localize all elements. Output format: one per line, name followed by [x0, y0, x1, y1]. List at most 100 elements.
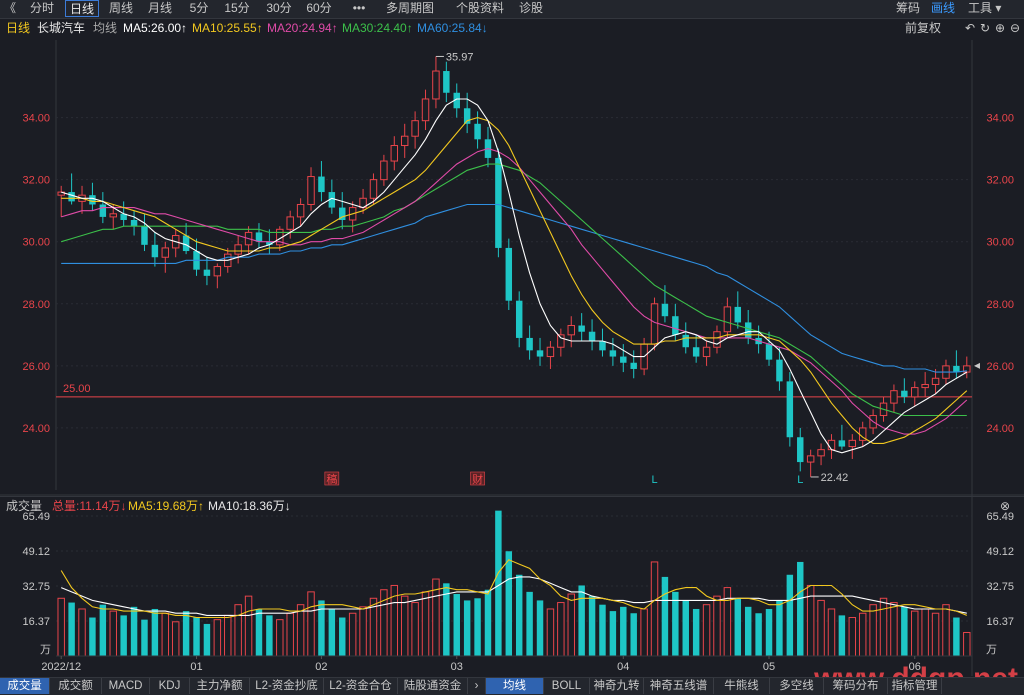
- date-tick-label: 03: [451, 661, 463, 673]
- volume-bar: [817, 599, 825, 657]
- indicator-tab[interactable]: L2-资金合仓: [324, 678, 398, 694]
- level-label: 25.00: [63, 383, 91, 395]
- ma20-line: [61, 148, 968, 435]
- price-tick-left: 30.00: [22, 237, 50, 249]
- volume-bar: [193, 617, 200, 656]
- price-tick-left: 32.00: [22, 175, 50, 187]
- volume-bar: [609, 611, 617, 656]
- volume-bar: [838, 615, 846, 656]
- candle-body: [443, 71, 450, 93]
- volume-bar: [692, 608, 700, 656]
- candle-body: [546, 346, 555, 358]
- volume-bar: [755, 613, 762, 656]
- volume-bar: [484, 589, 492, 656]
- candle-body: [400, 135, 409, 147]
- candle-body: [672, 316, 679, 335]
- indicator-tab[interactable]: 筹码分布: [824, 678, 888, 694]
- volume-bar: [921, 608, 929, 657]
- volume-bar: [276, 619, 284, 657]
- volume-bar: [620, 606, 627, 656]
- volume-bar: [244, 595, 253, 657]
- candle-body: [307, 176, 315, 205]
- candle-body: [286, 216, 294, 230]
- candle-body: [421, 98, 430, 122]
- price-tick-right: 32.00: [986, 175, 1014, 187]
- kline-chart[interactable]: 24.00 24.00 26.00 26.00 28.00 28.00 30.00 30.00…: [0, 0, 1024, 694]
- event-marker: 财: [472, 472, 483, 486]
- volume-bar: [515, 574, 523, 656]
- candle-body: [692, 347, 700, 357]
- candle-body: [620, 356, 627, 363]
- volume-tick-right: 65.49: [986, 511, 1014, 523]
- volume-bar: [411, 602, 419, 657]
- indicator-tab[interactable]: 牛熊线: [714, 678, 770, 694]
- volume-bar: [546, 608, 555, 657]
- volume-bar: [255, 608, 263, 656]
- volume-bar: [463, 600, 471, 656]
- indicator-tab[interactable]: 指标管理: [888, 678, 942, 694]
- volume-bar: [786, 574, 794, 656]
- indicator-tab[interactable]: MACD: [102, 678, 150, 694]
- indicator-tab[interactable]: 成交量: [0, 678, 50, 694]
- volume-unit-right: 万: [986, 644, 997, 656]
- volume-bar: [78, 608, 86, 657]
- candle-body: [161, 247, 170, 258]
- candle-body: [609, 350, 617, 357]
- volume-tick-right: 16.37: [986, 616, 1014, 628]
- candle-body: [432, 70, 440, 100]
- candle-body: [838, 440, 846, 447]
- volume-bar: [869, 604, 877, 657]
- candle-body: [567, 325, 575, 336]
- volume-bar: [68, 602, 75, 656]
- candle-body: [526, 337, 533, 351]
- indicator-tab[interactable]: ›: [468, 678, 486, 694]
- price-tick-right: 24.00: [986, 423, 1014, 435]
- volume-bar: [296, 604, 305, 657]
- candle-body: [630, 362, 637, 369]
- indicator-tab[interactable]: 神奇九转: [590, 678, 644, 694]
- candle-body: [255, 232, 263, 242]
- indicator-tab[interactable]: 均线: [486, 678, 544, 694]
- candle-body: [474, 123, 481, 140]
- indicator-tab[interactable]: KDJ: [150, 678, 190, 694]
- high-label: 35.97: [446, 51, 474, 63]
- indicator-tab[interactable]: 多空线: [770, 678, 824, 694]
- volume-bar: [827, 608, 836, 657]
- volume-bar: [702, 604, 711, 657]
- date-tick-label: 02: [315, 661, 327, 673]
- volume-bar: [348, 612, 357, 657]
- volume-bar: [182, 611, 190, 656]
- volume-bar: [141, 619, 148, 656]
- candle-body: [390, 145, 399, 162]
- candle-body: [599, 341, 606, 351]
- indicator-tab[interactable]: BOLL: [544, 678, 590, 694]
- candle-body: [682, 334, 689, 348]
- volume-bar: [953, 617, 960, 656]
- candle-body: [953, 365, 960, 373]
- indicator-tab[interactable]: 主力净额: [190, 678, 250, 694]
- price-tick-right: 28.00: [986, 299, 1014, 311]
- volume-bar: [682, 600, 689, 656]
- candle-body: [203, 269, 211, 276]
- candle-body: [776, 359, 783, 382]
- indicator-tab[interactable]: 成交额: [50, 678, 102, 694]
- volume-bar: [307, 591, 315, 657]
- ma60-line: [61, 203, 967, 373]
- volume-bar: [901, 606, 908, 656]
- volume-bar: [120, 615, 127, 656]
- ma5-line: [61, 98, 968, 454]
- candle-body: [765, 344, 773, 360]
- volume-bar: [765, 608, 773, 656]
- volume-bar: [400, 595, 409, 657]
- candle-body: [797, 437, 804, 463]
- candle-body: [702, 346, 711, 358]
- event-marker: 稿: [326, 472, 337, 486]
- candle-body: [734, 306, 742, 323]
- indicator-tab[interactable]: 陆股通资金: [398, 678, 468, 694]
- indicator-tab[interactable]: 神奇五线谱: [644, 678, 714, 694]
- candle-body: [931, 377, 940, 385]
- volume-bar: [57, 597, 65, 657]
- price-tick-left: 26.00: [22, 361, 50, 373]
- volume-bar: [858, 612, 867, 657]
- indicator-tab[interactable]: L2-资金抄底: [250, 678, 324, 694]
